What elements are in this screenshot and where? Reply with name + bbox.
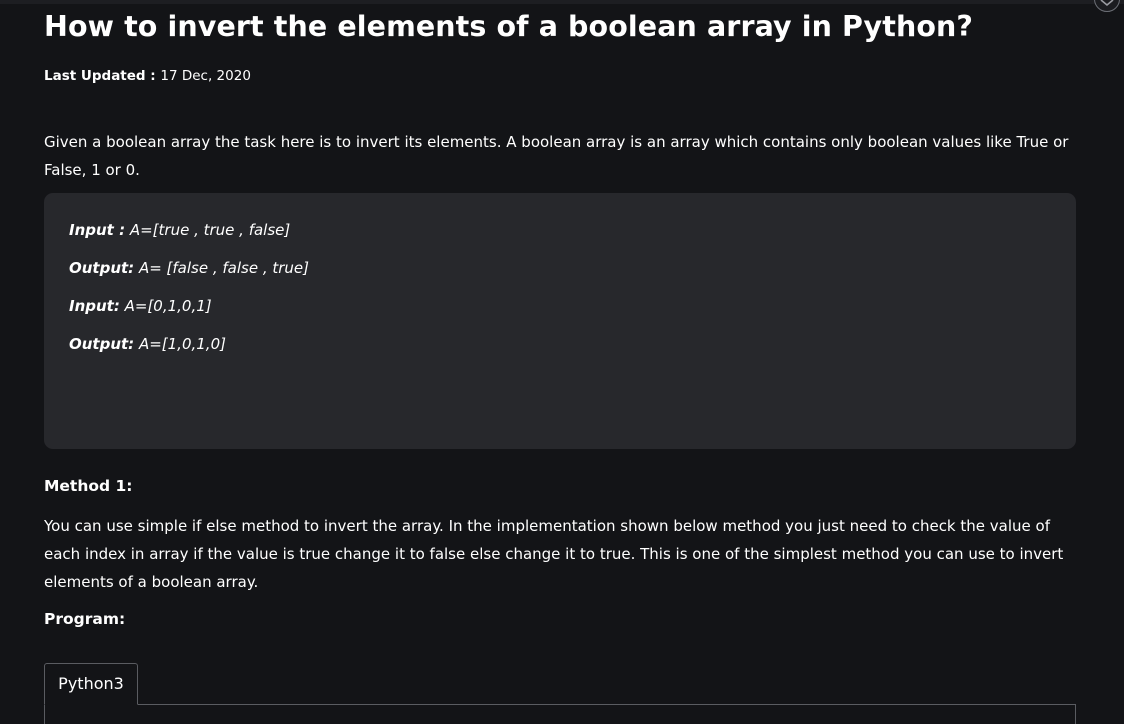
example-line: Output: A=[1,0,1,0] [69, 335, 226, 353]
example-value: A=[0,1,0,1] [119, 297, 212, 315]
intro-paragraph: Given a boolean array the task here is t… [44, 133, 1069, 179]
code-block-frame [44, 704, 1076, 724]
last-updated: Last Updated : 17 Dec, 2020 [44, 68, 251, 84]
example-line: Output: A= [false , false , true] [69, 259, 309, 277]
example-label: Output: [69, 335, 135, 353]
example-line: Input : A=[true , true , false] [69, 221, 290, 239]
example-value: A= [false , false , true] [134, 259, 310, 277]
example-line: Input: A=[0,1,0,1] [69, 297, 212, 315]
top-strip [0, 0, 1124, 4]
method1-heading: Method 1: [44, 477, 133, 495]
edit-button[interactable] [1094, 0, 1120, 12]
example-label: Output: [69, 259, 135, 277]
article-title: How to invert the elements of a boolean … [44, 10, 974, 43]
example-value: A=[1,0,1,0] [134, 335, 226, 353]
method1-paragraph: You can use simple if else method to inv… [44, 517, 1064, 591]
example-label: Input: [69, 297, 120, 315]
code-tab-python3[interactable]: Python3 [44, 663, 138, 705]
example-value: A=[true , true , false] [125, 221, 291, 239]
example-label: Input : [69, 221, 126, 239]
edit-pencil-icon [1100, 0, 1114, 7]
program-heading: Program: [44, 610, 126, 628]
last-updated-label: Last Updated : [44, 68, 156, 84]
last-updated-date: 17 Dec, 2020 [160, 68, 251, 84]
